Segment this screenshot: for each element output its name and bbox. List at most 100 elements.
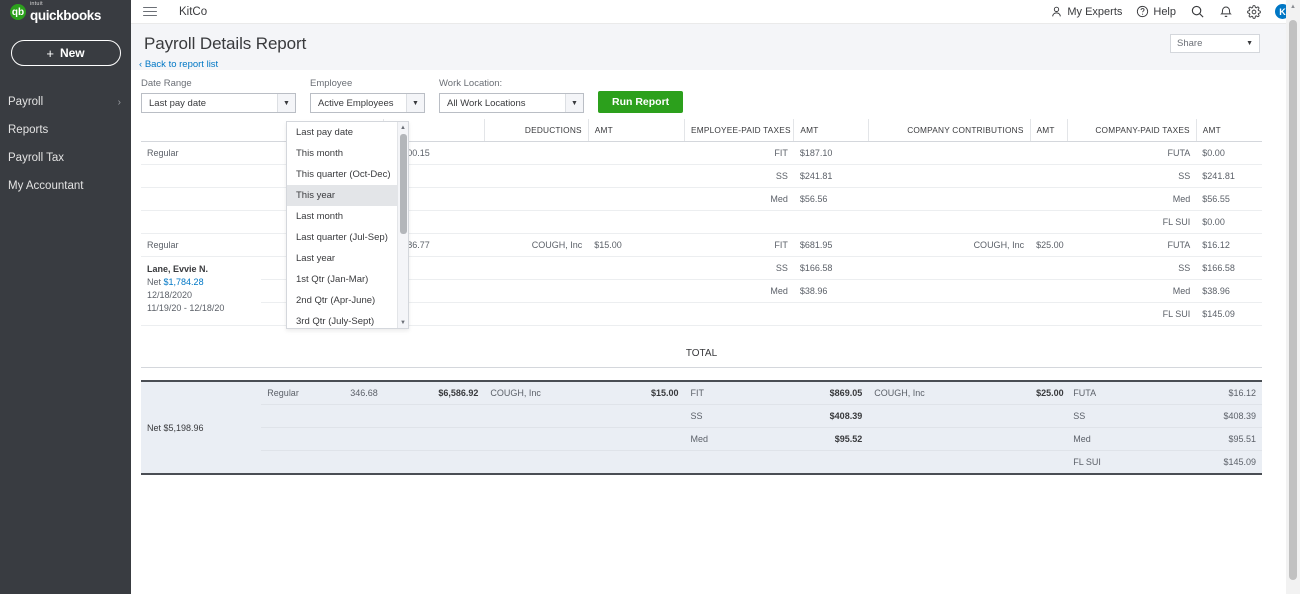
page-scroll-up-icon[interactable]: ▲ <box>1286 0 1300 14</box>
scroll-down-arrow-icon[interactable]: ▼ <box>398 317 408 328</box>
person-icon <box>1050 5 1063 18</box>
total-amt-1 <box>384 405 485 428</box>
work-location-group: Work Location: All Work Locations ▼ <box>439 78 584 113</box>
cell-employee <box>141 211 261 234</box>
total-amt-2: $15.00 <box>588 381 684 405</box>
plus-icon: + <box>46 46 54 61</box>
total-amt-5: $145.09 <box>1196 451 1262 475</box>
date-option-this-quarter[interactable]: This quarter (Oct-Dec) <box>287 164 397 185</box>
total-employee-tax: FIT <box>685 381 794 405</box>
total-employee-tax <box>685 451 794 475</box>
cell-company-tax: Med <box>1067 280 1196 303</box>
total-employee-tax: Med <box>685 428 794 451</box>
cell-amt-2 <box>588 303 684 326</box>
page-scrollbar[interactable]: ▲ <box>1286 0 1300 594</box>
total-label: TOTAL <box>141 326 1262 367</box>
chevron-down-icon: ▼ <box>277 94 295 112</box>
cell-deduction: COUGH, Inc <box>484 234 588 257</box>
dropdown-scrollbar[interactable]: ▲ ▼ <box>397 122 408 328</box>
employee-name: Lane, Evvie N. <box>147 263 255 276</box>
date-option-1st-qtr[interactable]: 1st Qtr (Jan-Mar) <box>287 269 397 290</box>
help-button[interactable]: Help <box>1136 5 1176 18</box>
net-amount[interactable]: $1,784.28 <box>164 277 204 287</box>
total-table-body: Net $5,198.96 Regular 346.68 $6,586.92 C… <box>141 381 1262 474</box>
hamburger-icon[interactable] <box>143 7 157 17</box>
sidebar-item-my-accountant[interactable]: My Accountant <box>0 172 131 200</box>
total-pay-type <box>261 405 329 428</box>
cell-amt-2 <box>588 188 684 211</box>
total-amt-3: $869.05 <box>794 381 868 405</box>
total-company-tax: FL SUI <box>1067 451 1196 475</box>
total-pay-type: Regular <box>261 381 329 405</box>
report-header: Payroll Details Report ‹ Back to report … <box>131 24 1300 70</box>
date-range-select[interactable]: Last pay date ▼ <box>141 93 296 113</box>
back-to-report-list-link[interactable]: ‹ Back to report list <box>139 59 218 70</box>
total-hrs: 346.68 <box>329 381 384 405</box>
sidebar-item-label: Payroll Tax <box>8 152 64 164</box>
employee-info-block: Lane, Evvie N. Net $1,784.28 12/18/2020 … <box>141 257 261 326</box>
cell-amt-5: $0.00 <box>1196 142 1262 165</box>
date-option-this-year[interactable]: This year <box>287 185 397 206</box>
work-location-select[interactable]: All Work Locations ▼ <box>439 93 584 113</box>
chevron-down-icon: ▼ <box>406 94 424 112</box>
col-company-paid-taxes: COMPANY-PAID TAXES <box>1067 119 1196 142</box>
total-amt-5: $16.12 <box>1196 381 1262 405</box>
col-amt-5: AMT <box>1196 119 1262 142</box>
cell-amt-5: $56.55 <box>1196 188 1262 211</box>
cell-contribution <box>868 257 1030 280</box>
cell-employee-tax: SS <box>685 165 794 188</box>
new-button[interactable]: + New <box>11 40 121 66</box>
page-title: Payroll Details Report <box>139 34 1282 54</box>
date-option-last-year[interactable]: Last year <box>287 248 397 269</box>
cell-employee: Regular <box>141 234 261 257</box>
date-option-last-quarter[interactable]: Last quarter (Jul-Sep) <box>287 227 397 248</box>
cell-amt-5: $145.09 <box>1196 303 1262 326</box>
cell-amt-2 <box>588 165 684 188</box>
employee-select[interactable]: Active Employees ▼ <box>310 93 425 113</box>
cell-deduction <box>484 165 588 188</box>
sidebar-item-payroll-tax[interactable]: Payroll Tax <box>0 144 131 172</box>
my-experts-label: My Experts <box>1067 6 1122 18</box>
sidebar-item-payroll[interactable]: Payroll › <box>0 88 131 116</box>
date-option-last-month[interactable]: Last month <box>287 206 397 227</box>
search-icon[interactable] <box>1190 4 1205 19</box>
col-amt-2: AMT <box>588 119 684 142</box>
filter-bar: Date Range Last pay date ▼ Employee Acti… <box>131 70 1300 119</box>
total-table: Net $5,198.96 Regular 346.68 $6,586.92 C… <box>141 380 1262 475</box>
total-amt-3: $95.52 <box>794 428 868 451</box>
sidebar-item-label: Reports <box>8 124 48 136</box>
cell-amt-5: $166.58 <box>1196 257 1262 280</box>
quickbooks-logo[interactable]: qb intuit quickbooks <box>0 0 131 24</box>
cell-amt-3: $38.96 <box>794 280 868 303</box>
cell-amt-2 <box>588 211 684 234</box>
total-amt-4 <box>1030 451 1067 475</box>
page-scrollbar-thumb[interactable] <box>1289 20 1297 580</box>
cell-contribution <box>868 188 1030 211</box>
date-range-dropdown-menu[interactable]: Last pay date This month This quarter (O… <box>286 121 409 329</box>
sidebar-item-reports[interactable]: Reports <box>0 116 131 144</box>
run-report-button[interactable]: Run Report <box>598 91 683 113</box>
cell-deduction <box>484 303 588 326</box>
date-option-last-pay-date[interactable]: Last pay date <box>287 122 397 143</box>
scrollbar-thumb[interactable] <box>400 134 407 234</box>
gear-icon[interactable] <box>1247 5 1261 19</box>
cell-company-tax: SS <box>1067 165 1196 188</box>
cell-pay-type: Regular <box>147 240 179 250</box>
date-range-group: Date Range Last pay date ▼ <box>141 78 296 113</box>
cell-amt-4 <box>1030 165 1067 188</box>
my-experts-button[interactable]: My Experts <box>1050 5 1122 18</box>
date-option-3rd-qtr[interactable]: 3rd Qtr (July-Sept) <box>287 311 397 329</box>
cell-amt-3 <box>794 211 868 234</box>
cell-deduction <box>484 188 588 211</box>
chevron-down-icon: ▼ <box>565 94 583 112</box>
date-option-this-month[interactable]: This month <box>287 143 397 164</box>
date-option-2nd-qtr[interactable]: 2nd Qtr (Apr-June) <box>287 290 397 311</box>
cell-amt-2: $15.00 <box>588 234 684 257</box>
cell-company-tax: FUTA <box>1067 234 1196 257</box>
total-amt-3 <box>794 451 868 475</box>
bell-icon[interactable] <box>1219 5 1233 19</box>
share-dropdown[interactable]: Share ▼ <box>1170 34 1260 53</box>
employee-label: Employee <box>310 78 425 89</box>
scroll-up-arrow-icon[interactable]: ▲ <box>398 122 408 133</box>
cell-amt-4 <box>1030 142 1067 165</box>
